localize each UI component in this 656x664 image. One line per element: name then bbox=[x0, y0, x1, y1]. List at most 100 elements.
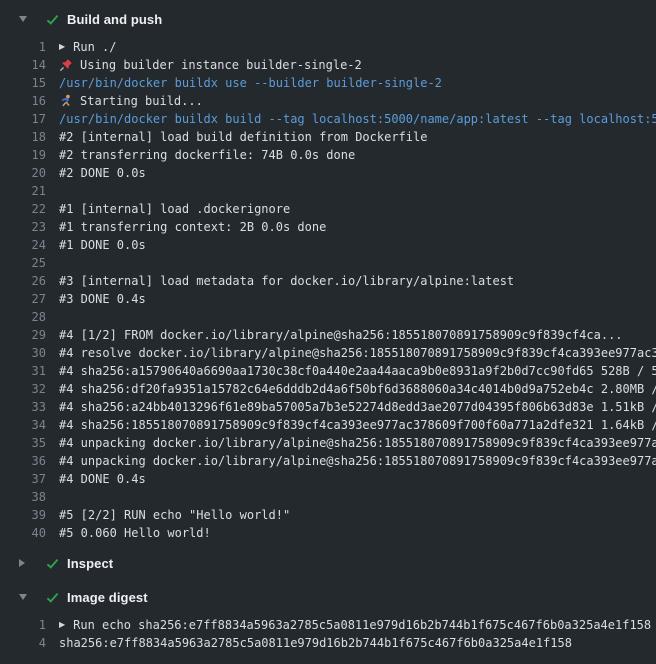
line-number[interactable]: 28 bbox=[0, 308, 46, 326]
log-text: #4 DONE 0.4s bbox=[59, 470, 146, 488]
line-number[interactable]: 38 bbox=[0, 488, 46, 506]
line-number[interactable]: 25 bbox=[0, 254, 46, 272]
section-header-build-and-push[interactable]: Build and push bbox=[0, 6, 656, 32]
log-line: 18#2 [internal] load build definition fr… bbox=[0, 128, 656, 146]
line-number[interactable]: 15 bbox=[0, 74, 46, 92]
log-text: #4 sha256:185518070891758909c9f839cf4ca3… bbox=[59, 416, 656, 434]
log-text: #4 [1/2] FROM docker.io/library/alpine@s… bbox=[59, 326, 623, 344]
log-line: 29 #4 [1/2] FROM docker.io/library/alpine… bbox=[0, 326, 656, 344]
log-line: 4 sha256:e7ff8834a5963a2785c5a0811e979d16… bbox=[0, 634, 656, 652]
log-text: #4 resolve docker.io/library/alpine@sha2… bbox=[59, 344, 656, 362]
line-number[interactable]: 39 bbox=[0, 506, 46, 524]
line-number[interactable]: 34 bbox=[0, 416, 46, 434]
log-text: Using builder instance builder-single-2 bbox=[59, 56, 362, 74]
line-number[interactable]: 22 bbox=[0, 200, 46, 218]
log-line: 27 #3 DONE 0.4s bbox=[0, 290, 656, 308]
log-text: ▶Run ./ bbox=[59, 38, 117, 56]
line-number[interactable]: 23 bbox=[0, 218, 46, 236]
section-build-and-push: Build and push 1 ▶Run ./ 14 Using builder in… bbox=[0, 6, 656, 542]
line-number[interactable]: 1 bbox=[0, 616, 46, 634]
section-image-digest: Image digest 1 ▶Run echo sha256:e7ff8834a5… bbox=[0, 584, 656, 652]
log-line: 36 #4 unpacking docker.io/library/alpine@… bbox=[0, 452, 656, 470]
log-text: #4 sha256:a15790640a6690aa1730c38cf0a440… bbox=[59, 362, 656, 380]
log-line[interactable]: 1 ▶Run ./ bbox=[0, 38, 656, 56]
log-line: 39 #5 [2/2] RUN echo "Hello world!" bbox=[0, 506, 656, 524]
caret-down-icon bbox=[19, 594, 27, 600]
line-number[interactable]: 21 bbox=[0, 182, 46, 200]
workflow-log-panel: Build and push1▶Run ./14Using builder in… bbox=[0, 6, 656, 652]
section-inspect: Inspect bbox=[0, 550, 656, 576]
log-text: #1 DONE 0.0s bbox=[59, 236, 146, 254]
line-number[interactable]: 33 bbox=[0, 398, 46, 416]
line-number[interactable]: 16 bbox=[0, 92, 46, 110]
line-number[interactable]: 18 bbox=[0, 128, 46, 146]
success-check-icon bbox=[45, 11, 67, 27]
log-text: #2 transferring dockerfile: 74B 0.0s don… bbox=[59, 146, 355, 164]
log-line: 34 #4 sha256:185518070891758909c9f839cf4c… bbox=[0, 416, 656, 434]
line-number[interactable]: 19 bbox=[0, 146, 46, 164]
log-text: #5 0.060 Hello world! bbox=[59, 524, 211, 542]
caret-down-icon bbox=[19, 16, 27, 22]
line-number[interactable]: 40 bbox=[0, 524, 46, 542]
line-number[interactable]: 1 bbox=[0, 38, 46, 56]
line-number[interactable]: 32 bbox=[0, 380, 46, 398]
success-check-icon bbox=[45, 589, 67, 605]
log-line: 21 bbox=[0, 182, 656, 200]
section-header-image-digest[interactable]: Image digest bbox=[0, 584, 656, 610]
line-number[interactable]: 17 bbox=[0, 110, 46, 128]
line-number[interactable]: 35 bbox=[0, 434, 46, 452]
runner-icon bbox=[59, 94, 73, 108]
line-number[interactable]: 20 bbox=[0, 164, 46, 182]
expand-arrow-icon: ▶ bbox=[59, 38, 65, 56]
log-line: 23 #1 transferring context: 2B 0.0s done bbox=[0, 218, 656, 236]
log-line: 37 #4 DONE 0.4s bbox=[0, 470, 656, 488]
log-line: 31 #4 sha256:a15790640a6690aa1730c38cf0a4… bbox=[0, 362, 656, 380]
line-number[interactable]: 37 bbox=[0, 470, 46, 488]
caret-box bbox=[19, 594, 45, 600]
log-line: 35 #4 unpacking docker.io/library/alpine@… bbox=[0, 434, 656, 452]
log-line: 15/usr/bin/docker buildx use --builder b… bbox=[0, 74, 656, 92]
log-text: ▶Run echo sha256:e7ff8834a5963a2785c5a08… bbox=[59, 616, 651, 634]
section-title: Inspect bbox=[67, 556, 113, 571]
log-text: #4 unpacking docker.io/library/alpine@sh… bbox=[59, 434, 656, 452]
log-text: #4 sha256:df20fa9351a15782c64e6dddb2d4a6… bbox=[59, 380, 656, 398]
log-line: 32 #4 sha256:df20fa9351a15782c64e6dddb2d4… bbox=[0, 380, 656, 398]
log-line: 30 #4 resolve docker.io/library/alpine@sh… bbox=[0, 344, 656, 362]
log-text: #3 [internal] load metadata for docker.i… bbox=[59, 272, 514, 290]
log-text: /usr/bin/docker buildx build --tag local… bbox=[59, 110, 656, 128]
log-line: 24 #1 DONE 0.0s bbox=[0, 236, 656, 254]
log-line: 19 #2 transferring dockerfile: 74B 0.0s d… bbox=[0, 146, 656, 164]
line-number[interactable]: 27 bbox=[0, 290, 46, 308]
line-number[interactable]: 31 bbox=[0, 362, 46, 380]
line-number[interactable]: 36 bbox=[0, 452, 46, 470]
line-number[interactable]: 30 bbox=[0, 344, 46, 362]
log-line: 40 #5 0.060 Hello world! bbox=[0, 524, 656, 542]
log-text: sha256:e7ff8834a5963a2785c5a0811e979d16b… bbox=[59, 634, 572, 652]
log-text: #4 unpacking docker.io/library/alpine@sh… bbox=[59, 452, 656, 470]
line-number[interactable]: 26 bbox=[0, 272, 46, 290]
log-text: /usr/bin/docker buildx use --builder bui… bbox=[59, 74, 442, 92]
line-number[interactable]: 24 bbox=[0, 236, 46, 254]
log-text: #5 [2/2] RUN echo "Hello world!" bbox=[59, 506, 290, 524]
log-line[interactable]: 1 ▶Run echo sha256:e7ff8834a5963a2785c5a0… bbox=[0, 616, 656, 634]
line-number[interactable]: 29 bbox=[0, 326, 46, 344]
log-text: Starting build... bbox=[59, 92, 203, 110]
log-line: 38 bbox=[0, 488, 656, 506]
log-text: #3 DONE 0.4s bbox=[59, 290, 146, 308]
section-log-lines: 1 ▶Run echo sha256:e7ff8834a5963a2785c5a0… bbox=[0, 616, 656, 652]
log-line: 25 bbox=[0, 254, 656, 272]
log-line: 33 #4 sha256:a24bb4013296f61e89ba57005a7b… bbox=[0, 398, 656, 416]
log-text: #1 transferring context: 2B 0.0s done bbox=[59, 218, 326, 236]
section-header-inspect[interactable]: Inspect bbox=[0, 550, 656, 576]
success-check-icon bbox=[45, 555, 67, 571]
caret-right-icon bbox=[19, 559, 25, 567]
log-text: #4 sha256:a24bb4013296f61e89ba57005a7b3e… bbox=[59, 398, 656, 416]
log-line: 28 bbox=[0, 308, 656, 326]
log-line: 22#1 [internal] load .dockerignore bbox=[0, 200, 656, 218]
line-number[interactable]: 4 bbox=[0, 634, 46, 652]
caret-box bbox=[19, 16, 45, 22]
section-log-lines: 1 ▶Run ./ 14 Using builder instance builder… bbox=[0, 38, 656, 542]
log-line: 17/usr/bin/docker buildx build --tag loc… bbox=[0, 110, 656, 128]
line-number[interactable]: 14 bbox=[0, 56, 46, 74]
section-title: Image digest bbox=[67, 590, 148, 605]
